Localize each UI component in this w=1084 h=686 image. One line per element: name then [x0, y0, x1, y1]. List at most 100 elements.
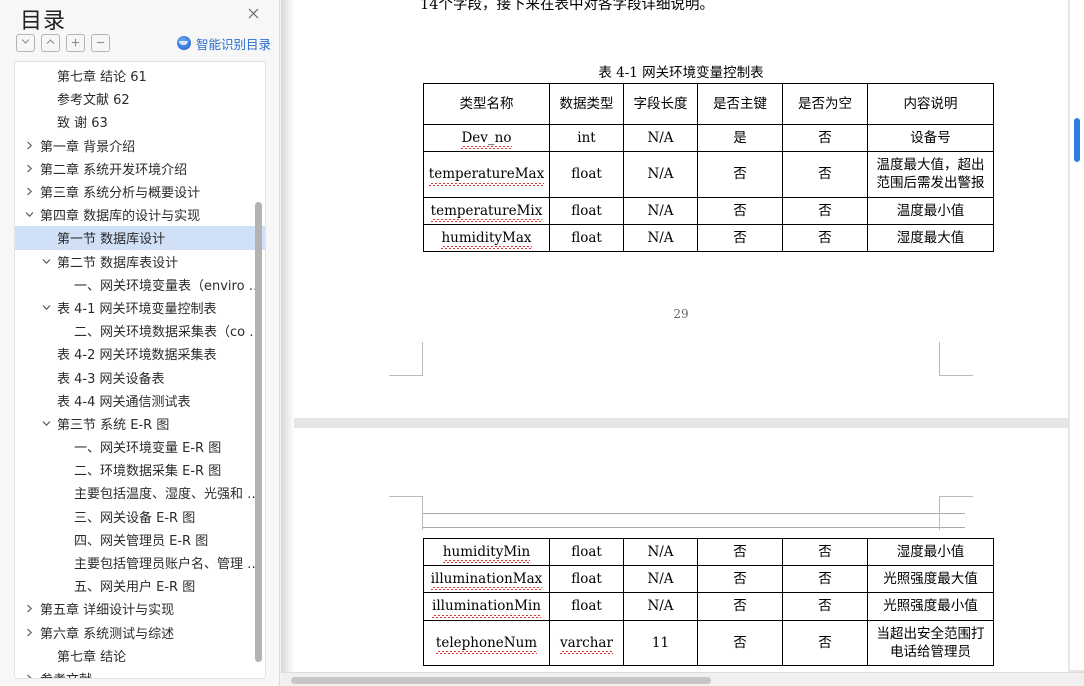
chevron-right-icon[interactable]: [23, 604, 36, 613]
cell-nullable-text: 否: [818, 202, 832, 219]
toc-item-12[interactable]: 表 4-2 网关环境数据采集表: [15, 342, 265, 365]
toc-item-label: 第七章 结论: [57, 649, 127, 665]
collapse-next-button[interactable]: [16, 34, 35, 52]
table-4-1: 类型名称 数据类型 字段长度 是否主键 是否为空 内容说明 Dev_no int N/A 是否设…: [423, 83, 994, 253]
table-4-1-continued: humidityMin float N/A 否否湿度最小值 illuminationMa…: [423, 537, 994, 667]
cell-description-text: 湿度最大值: [896, 229, 965, 246]
chevron-right-icon[interactable]: [23, 164, 36, 173]
chevron-down-icon[interactable]: [40, 258, 53, 265]
toc-item-label: 第七章 结论 61: [57, 70, 147, 86]
cell-field-name: illuminationMin: [423, 592, 550, 621]
cell-data-type-text: float: [571, 571, 602, 588]
close-icon[interactable]: [243, 6, 263, 26]
toc-item-label: 二、网关环境数据采集表（co …: [74, 325, 263, 341]
cell-field-length: N/A: [623, 592, 698, 621]
cell-field-name-text: temperatureMix: [430, 202, 543, 223]
cell-nullable-text: 否: [818, 544, 832, 560]
toc-item-25[interactable]: 第七章 结论: [15, 644, 265, 667]
toc-item-11[interactable]: 二、网关环境数据采集表（co …: [15, 319, 265, 342]
smart-recognize-toc-button[interactable]: 智能识别目录: [176, 33, 271, 53]
toc-item-15[interactable]: 第三节 系统 E-R 图: [15, 412, 265, 435]
table-row: illuminationMin float N/A 否 否 光照强度最小值: [423, 592, 994, 621]
margin-corner-top-left-2: [389, 496, 423, 530]
toc-item-24[interactable]: 第六章 系统测试与综述: [15, 621, 265, 644]
toc-item-4[interactable]: 第二章 系统开发环境介绍: [15, 157, 265, 180]
page-left-shadow: [281, 0, 294, 686]
page1-body-text: 14个字段，接下来在表中对各字段详细说明。: [420, 0, 714, 13]
toc-item-label: 第一章 背景介绍: [40, 139, 136, 155]
cell-nullable-text: 否: [818, 571, 832, 588]
table-column-header-0: 类型名称: [423, 83, 550, 125]
collapse-all-button[interactable]: [91, 34, 110, 52]
cell-nullable: 否: [782, 223, 868, 253]
toc-item-2[interactable]: 致 谢 63: [15, 110, 265, 133]
cell-primary-key-text: 是: [733, 130, 747, 146]
toc-item-label: 表 4-1 网关环境变量控制表: [57, 301, 217, 317]
toc-item-9[interactable]: 一、网关环境变量表（enviro …: [15, 273, 265, 296]
expand-all-button[interactable]: [66, 34, 85, 52]
cell-field-length-text: N/A: [647, 166, 674, 183]
cell-field-length: N/A: [623, 537, 698, 567]
toc-item-label: 第三节 系统 E-R 图: [57, 417, 170, 433]
cell-field-length-text: 11: [651, 634, 670, 651]
toc-item-label: 第五章 详细设计与实现: [40, 603, 175, 619]
cell-description-text: 当超出安全范围打电话给管理员: [876, 625, 985, 660]
chevron-right-icon[interactable]: [23, 628, 36, 637]
table-row: temperatureMix float N/A 否 否 温度最小值: [423, 196, 994, 225]
page2-header-rule: [423, 513, 965, 514]
toc-item-3[interactable]: 第一章 背景介绍: [15, 134, 265, 157]
cell-field-length: 11: [623, 619, 698, 667]
toc-item-13[interactable]: 表 4-3 网关设备表: [15, 365, 265, 388]
table-row: humidityMax float N/A 否 否 湿度最大值: [423, 223, 994, 253]
toc-item-14[interactable]: 表 4-4 网关通信测试表: [15, 389, 265, 412]
chevron-right-icon[interactable]: [23, 141, 36, 150]
toc-item-label: 主要包括温度、湿度、光强和 …: [74, 487, 261, 503]
toc-item-17[interactable]: 二、环境数据采集 E-R 图: [15, 458, 265, 481]
cell-description-text: 湿度最小值: [896, 544, 965, 560]
chevron-down-icon: [21, 39, 30, 44]
horizontal-scrollbar-thumb[interactable]: [291, 677, 711, 684]
document-scrollbar-track[interactable]: [1070, 0, 1084, 670]
page2-header-rule-2: [423, 527, 965, 528]
toc-item-label: 第三章 系统分析与概要设计: [40, 186, 201, 202]
chevron-up-icon: [46, 39, 55, 44]
toc-item-label: 五、网关用户 E-R 图: [74, 580, 196, 596]
toc-item-26[interactable]: 参考文献: [15, 667, 265, 678]
document-viewport[interactable]: 14个字段，接下来在表中对各字段详细说明。 表 4-1 网关环境变量控制表 类型…: [281, 0, 1084, 686]
toc-item-7[interactable]: 第一节 数据库设计: [15, 226, 265, 250]
cell-primary-key-text: 否: [733, 166, 747, 183]
cell-primary-key: 否: [697, 151, 783, 198]
toc-item-6[interactable]: 第四章 数据库的设计与实现: [15, 203, 265, 226]
toc-scrollbar-track[interactable]: [255, 64, 262, 678]
toc-item-21[interactable]: 主要包括管理员账户名、管理 …: [15, 551, 265, 574]
cell-field-name-text: illuminationMin: [432, 598, 541, 618]
toc-item-20[interactable]: 四、网关管理员 E-R 图: [15, 528, 265, 551]
toc-item-8[interactable]: 第二节 数据库表设计: [15, 250, 265, 273]
toc-item-22[interactable]: 五、网关用户 E-R 图: [15, 574, 265, 597]
toc-scrollbar-thumb[interactable]: [255, 202, 262, 662]
collapse-prev-button[interactable]: [41, 34, 60, 52]
cell-primary-key: 否: [697, 196, 783, 225]
chevron-down-icon[interactable]: [40, 420, 53, 427]
document-scrollbar-thumb[interactable]: [1074, 118, 1080, 162]
chevron-right-icon[interactable]: [23, 187, 36, 196]
toc-item-1[interactable]: 参考文献 62: [15, 87, 265, 110]
toc-item-16[interactable]: 一、网关环境变量 E-R 图: [15, 435, 265, 458]
toc-item-18[interactable]: 主要包括温度、湿度、光强和 …: [15, 481, 265, 504]
cell-data-type-text: float: [571, 166, 602, 183]
cell-field-length-text: N/A: [647, 571, 674, 588]
cell-primary-key-text: 否: [733, 571, 747, 588]
toc-item-5[interactable]: 第三章 系统分析与概要设计: [15, 180, 265, 203]
toc-item-10[interactable]: 表 4-1 网关环境变量控制表: [15, 296, 265, 319]
chevron-down-icon[interactable]: [23, 211, 36, 218]
chevron-down-icon[interactable]: [40, 304, 53, 311]
cell-description: 当超出安全范围打电话给管理员: [867, 619, 994, 667]
toc-item-23[interactable]: 第五章 详细设计与实现: [15, 597, 265, 620]
toc-item-19[interactable]: 三、网关设备 E-R 图: [15, 505, 265, 528]
horizontal-scrollbar-track[interactable]: [281, 672, 1084, 686]
chevron-right-icon[interactable]: [23, 674, 36, 678]
toc-item-label: 表 4-4 网关通信测试表: [57, 394, 191, 410]
cell-nullable: 否: [782, 537, 868, 567]
table-column-header-4: 是否为空: [782, 83, 868, 125]
toc-item-0[interactable]: 第七章 结论 61: [15, 64, 265, 87]
